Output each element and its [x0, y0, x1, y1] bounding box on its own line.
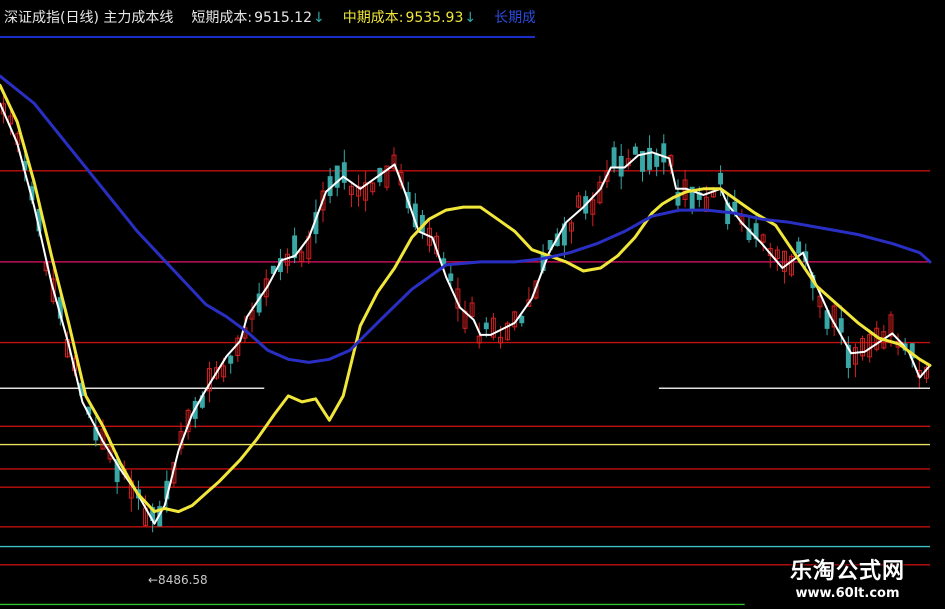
candle-body [228, 355, 234, 364]
candle-body [796, 241, 802, 254]
chart-title: 深证成指(日线) 主力成本线 [4, 10, 174, 26]
period-low-label: ←8486.58 [148, 573, 208, 587]
header-underline [0, 36, 535, 38]
mid-cost-line [0, 83, 932, 514]
candle-body [661, 143, 667, 163]
mid-cost-readout: 中期成本: 9535.93↓ [343, 7, 476, 27]
long-cost-label: 长期成本 [494, 10, 535, 26]
short-cost-label: 短期成本: [191, 10, 253, 26]
down-arrow-icon: ↓ [313, 10, 325, 26]
candle-body [838, 318, 844, 333]
candle-body [718, 172, 724, 185]
candle-body [611, 147, 617, 168]
cost-lines [0, 74, 932, 525]
down-arrow-icon: ↓ [464, 10, 477, 26]
short-cost-readout: 短期成本: 9515.12↓ [191, 7, 324, 27]
candlestick-chart [0, 74, 932, 606]
watermark: 乐淘公式网 www.60lt.com [760, 553, 935, 603]
mid-cost-value: 9535.93 [405, 10, 464, 26]
candle-body [448, 273, 454, 281]
watermark-url: www.60lt.com [795, 586, 900, 601]
candle-body [632, 146, 638, 155]
long-cost-readout: 长期成本9886 [494, 7, 535, 27]
chart-window: 深证成指(日线) 主力成本线 短期成本: 9515.12↓ 中期成本: 9535.9… [0, 0, 945, 609]
candle-body [654, 153, 660, 167]
short-cost-value: 9515.12 [254, 10, 312, 26]
watermark-title: 乐淘公式网 [789, 559, 905, 584]
mid-cost-label: 中期成本: [342, 10, 404, 26]
candle-body [519, 315, 525, 324]
candle-body [618, 155, 624, 177]
candle-body [483, 322, 489, 330]
